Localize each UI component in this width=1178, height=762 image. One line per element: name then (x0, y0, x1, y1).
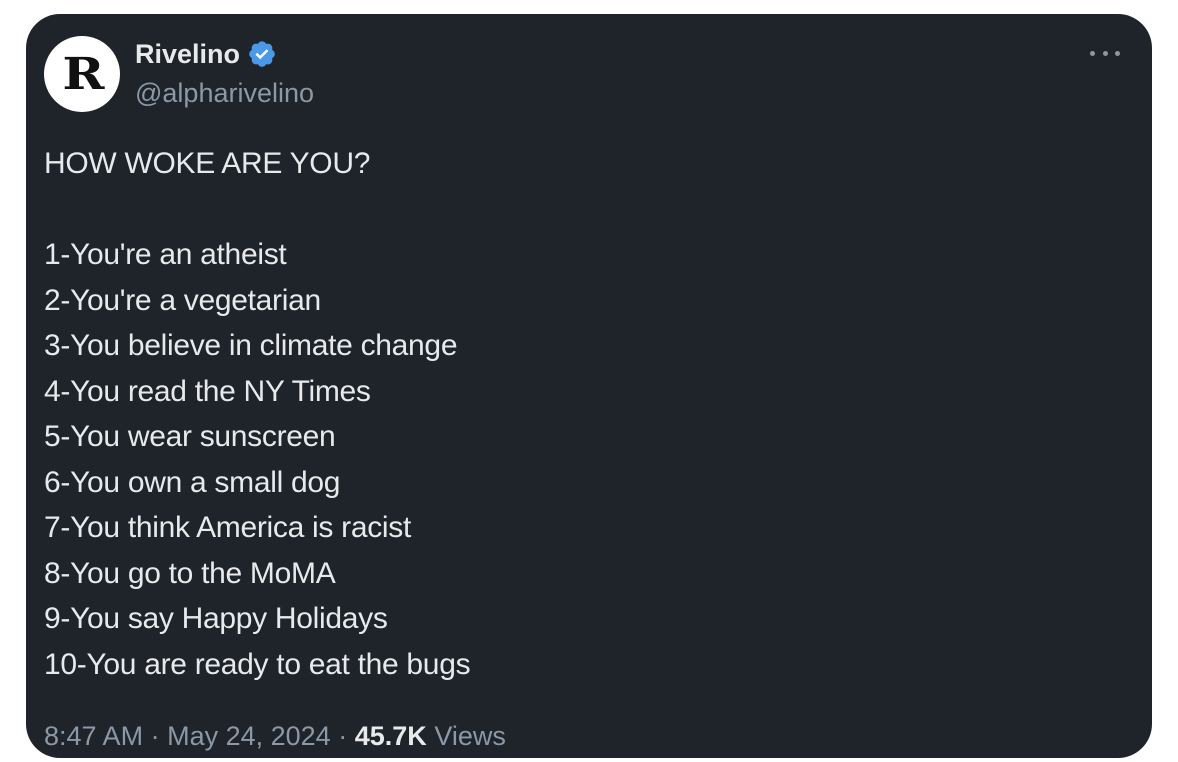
more-dot (1090, 50, 1095, 56)
author-display-name[interactable]: Rivelino (135, 38, 240, 70)
avatar-logo: R (62, 49, 104, 100)
tweet-list-item: 10-You are ready to eat the bugs (44, 647, 471, 681)
tweet-text: HOW WOKE ARE YOU? 1-You're an atheist 2-… (44, 141, 1122, 687)
tweet-list-item: 9-You say Happy Holidays (44, 602, 388, 635)
tweet-date[interactable]: May 24, 2024 (167, 721, 331, 751)
tweet-list-item: 6-You own a small dog (44, 465, 341, 499)
tweet-list-item: 3-You believe in climate change (44, 329, 458, 362)
tweet-list-item: 7-You think America is racist (44, 511, 412, 544)
tweet-time[interactable]: 8:47 AM (44, 721, 143, 751)
tweet-heading: HOW WOKE ARE YOU? (44, 147, 371, 180)
more-dot (1115, 50, 1120, 56)
tweet-card: R Rivelino @alpharivelino HOW WOKE ARE Y… (26, 14, 1152, 758)
author-name-row: Rivelino (135, 38, 277, 70)
meta-separator: · (150, 721, 160, 751)
meta-separator: · (338, 721, 348, 751)
author-handle[interactable]: @alpharivelino (135, 76, 314, 110)
more-dot (1102, 50, 1108, 56)
views-count[interactable]: 45.7K (355, 721, 427, 751)
tweet-list-item: 2-You're a vegetarian (44, 283, 321, 317)
views-label: Views (434, 721, 506, 751)
tweet-list-item: 4-You read the NY Times (44, 374, 371, 408)
tweet-list-item: 5-You wear sunscreen (44, 420, 336, 453)
tweet-meta: 8:47 AM · May 24, 2024 · 45.7K Views (44, 719, 506, 753)
avatar[interactable]: R (44, 36, 120, 112)
tweet-list-item: 8-You go to the MoMA (44, 556, 336, 590)
tweet-list-item: 1-You're an atheist (44, 238, 287, 271)
more-options-icon[interactable] (1090, 44, 1120, 62)
verified-badge-icon (249, 41, 275, 67)
